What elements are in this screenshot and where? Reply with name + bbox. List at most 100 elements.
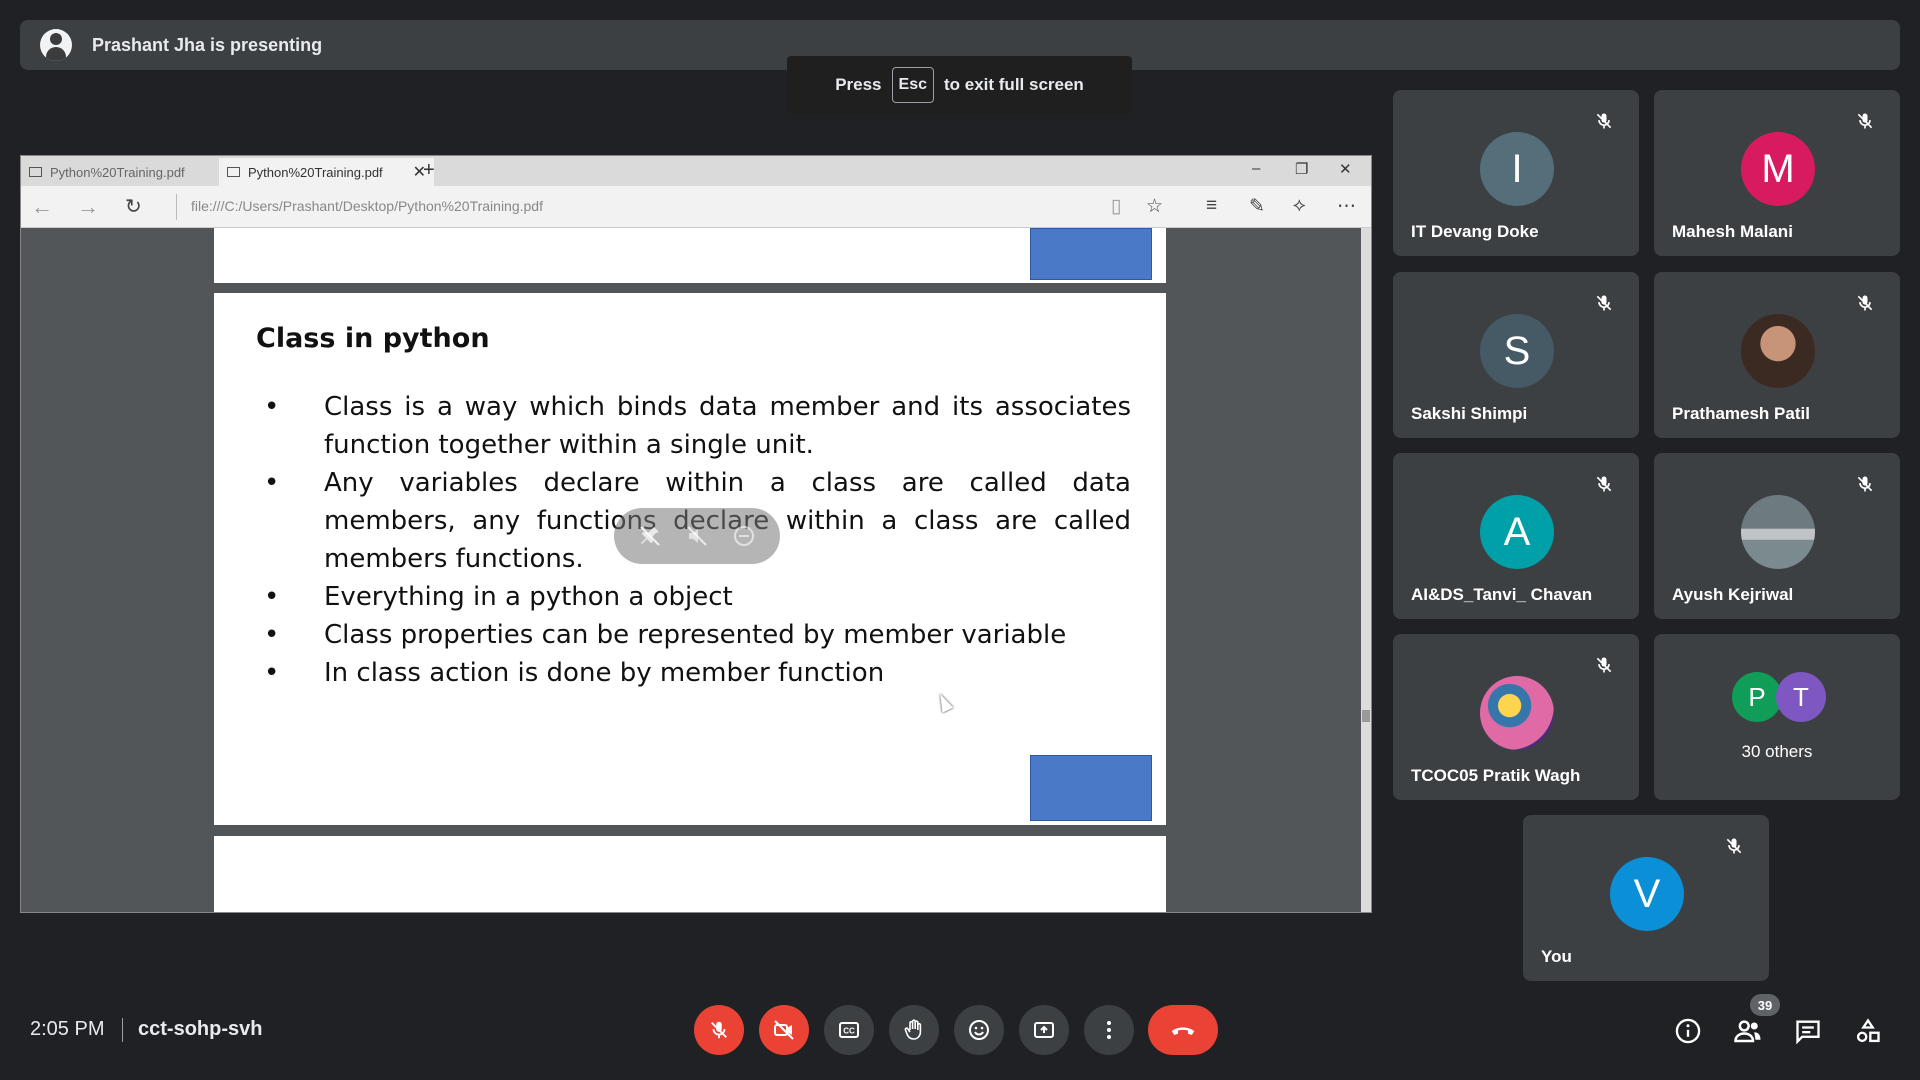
more-icon[interactable]: ⋯ [1337,195,1356,218]
mic-toggle-button[interactable] [694,1005,744,1055]
participant-name: Sakshi Shimpi [1411,404,1528,423]
participant-tile[interactable]: TCOC05 Pratik Wagh [1393,634,1639,800]
more-options-button[interactable] [1084,1005,1134,1055]
remove-icon[interactable] [732,524,756,548]
esc-key: Esc [891,67,934,103]
avatar: S [1480,314,1554,388]
url-field[interactable]: file:///C:/Users/Prashant/Desktop/Python… [191,198,543,214]
emoji-reaction-button[interactable] [954,1005,1004,1055]
divider [122,1018,123,1042]
avatar: I [1480,132,1554,206]
avatar: V [1610,857,1684,931]
raise-hand-button[interactable] [889,1005,939,1055]
mic-off-icon [1589,650,1619,680]
participant-tile[interactable]: M Mahesh Malani [1654,90,1900,256]
slide-title: Class in python [256,323,490,354]
participant-tile[interactable]: S Sakshi Shimpi [1393,272,1639,438]
svg-text:CC: CC [843,1027,855,1036]
people-icon [1734,1020,1761,1043]
mic-off-icon [1719,831,1749,861]
hub-icon[interactable]: ≡ [1206,195,1217,217]
mic-off-icon [1850,469,1880,499]
web-note-icon[interactable]: ✎ [1249,195,1265,218]
mic-off-icon [1589,288,1619,318]
favorite-star-icon[interactable]: ☆ [1146,195,1163,218]
chat-button[interactable] [1793,1016,1823,1046]
participant-name: TCOC05 Pratik Wagh [1411,766,1581,785]
browser-tab-2[interactable]: Python%20Training.pdf ✕ [219,158,434,186]
present-now-button[interactable] [1019,1005,1069,1055]
mic-off-icon [711,1021,727,1039]
refresh-icon[interactable]: ↻ [125,194,142,219]
scrollbar-thumb[interactable] [1362,710,1370,722]
self-tile[interactable]: V You [1523,815,1769,981]
mic-off-icon [1850,288,1880,318]
forward-icon[interactable]: → [77,194,99,220]
participant-tile[interactable]: A AI&DS_Tanvi_ Chavan [1393,453,1639,619]
pdf-page-next [214,836,1166,912]
profile-photo [1741,495,1815,569]
meeting-details-button[interactable] [1673,1016,1703,1046]
clock: 2:05 PM [30,1018,105,1040]
avatar: A [1480,495,1554,569]
reading-view-icon[interactable]: ▯ [1111,195,1121,218]
chat-icon [1796,1020,1820,1045]
mute-audio-icon[interactable] [685,524,709,548]
captions-button[interactable]: CC [824,1005,874,1055]
present-icon [1034,1022,1054,1038]
raise-hand-icon [904,1019,922,1040]
meeting-code: cct-sohp-svh [138,1018,263,1040]
others-count: 30 others [1741,742,1813,761]
participant-tile[interactable]: Ayush Kejriwal [1654,453,1900,619]
mic-off-icon [1589,106,1619,136]
pin-off-icon[interactable] [638,524,662,548]
avatar: M [1741,132,1815,206]
info-icon [1675,1018,1701,1044]
participant-name: Mahesh Malani [1672,222,1793,241]
page-icon [29,167,42,177]
slide-accent-box [1030,755,1152,821]
participant-name: Ayush Kejriwal [1672,585,1794,604]
back-icon[interactable]: ← [31,194,53,220]
participant-name: You [1541,947,1572,966]
new-tab-icon[interactable]: + [423,159,435,182]
mic-off-icon [1589,469,1619,499]
camera-toggle-button[interactable] [759,1005,809,1055]
presenter-avatar [40,29,72,61]
browser-tabstrip: Python%20Training.pdf Python%20Training.… [21,156,1371,186]
emoji-icon [969,1020,989,1040]
slide-bullet: Class is a way which binds data member a… [256,388,1131,464]
participant-tile[interactable]: I IT Devang Doke [1393,90,1639,256]
pdf-viewer[interactable]: Class in python Class is a way which bin… [21,228,1363,912]
meeting-controls-bar: 2:05 PM cct-sohp-svh CC 39 [0,990,1920,1070]
others-tile[interactable]: P T 30 others [1654,634,1900,800]
divider [176,194,177,220]
avatar: T [1776,672,1826,722]
tab-label: Python%20Training.pdf [248,164,383,180]
camera-off-icon [774,1020,794,1040]
hint-rest: to exit full screen [943,75,1084,94]
restore-icon[interactable]: ❐ [1295,160,1308,178]
participant-tile[interactable]: Prathamesh Patil [1654,272,1900,438]
activities-button[interactable] [1853,1016,1883,1046]
slide-bullet: In class action is done by member functi… [256,654,1131,692]
leave-call-button[interactable] [1148,1005,1218,1055]
presenting-text: Prashant Jha is presenting [92,34,323,55]
people-button[interactable] [1733,1016,1763,1046]
share-icon[interactable]: ⟡ [1293,195,1306,217]
profile-photo [1741,314,1815,388]
pdf-page-previous [214,228,1166,283]
participant-name: IT Devang Doke [1411,222,1539,241]
participant-name: AI&DS_Tanvi_ Chavan [1411,585,1593,604]
slide-bullet: Everything in a python a object [256,578,1131,616]
minimize-icon[interactable]: – [1252,160,1260,177]
browser-tab-1[interactable]: Python%20Training.pdf [21,158,216,186]
participant-count-badge: 39 [1750,994,1780,1016]
more-options-icon [1107,1021,1111,1039]
captions-icon: CC [839,1022,859,1038]
participant-name: Prathamesh Patil [1672,404,1810,423]
avatar: P [1732,672,1782,722]
scrollbar[interactable] [1361,228,1371,912]
hangup-icon [1171,1027,1195,1035]
close-window-icon[interactable]: ✕ [1339,160,1352,178]
